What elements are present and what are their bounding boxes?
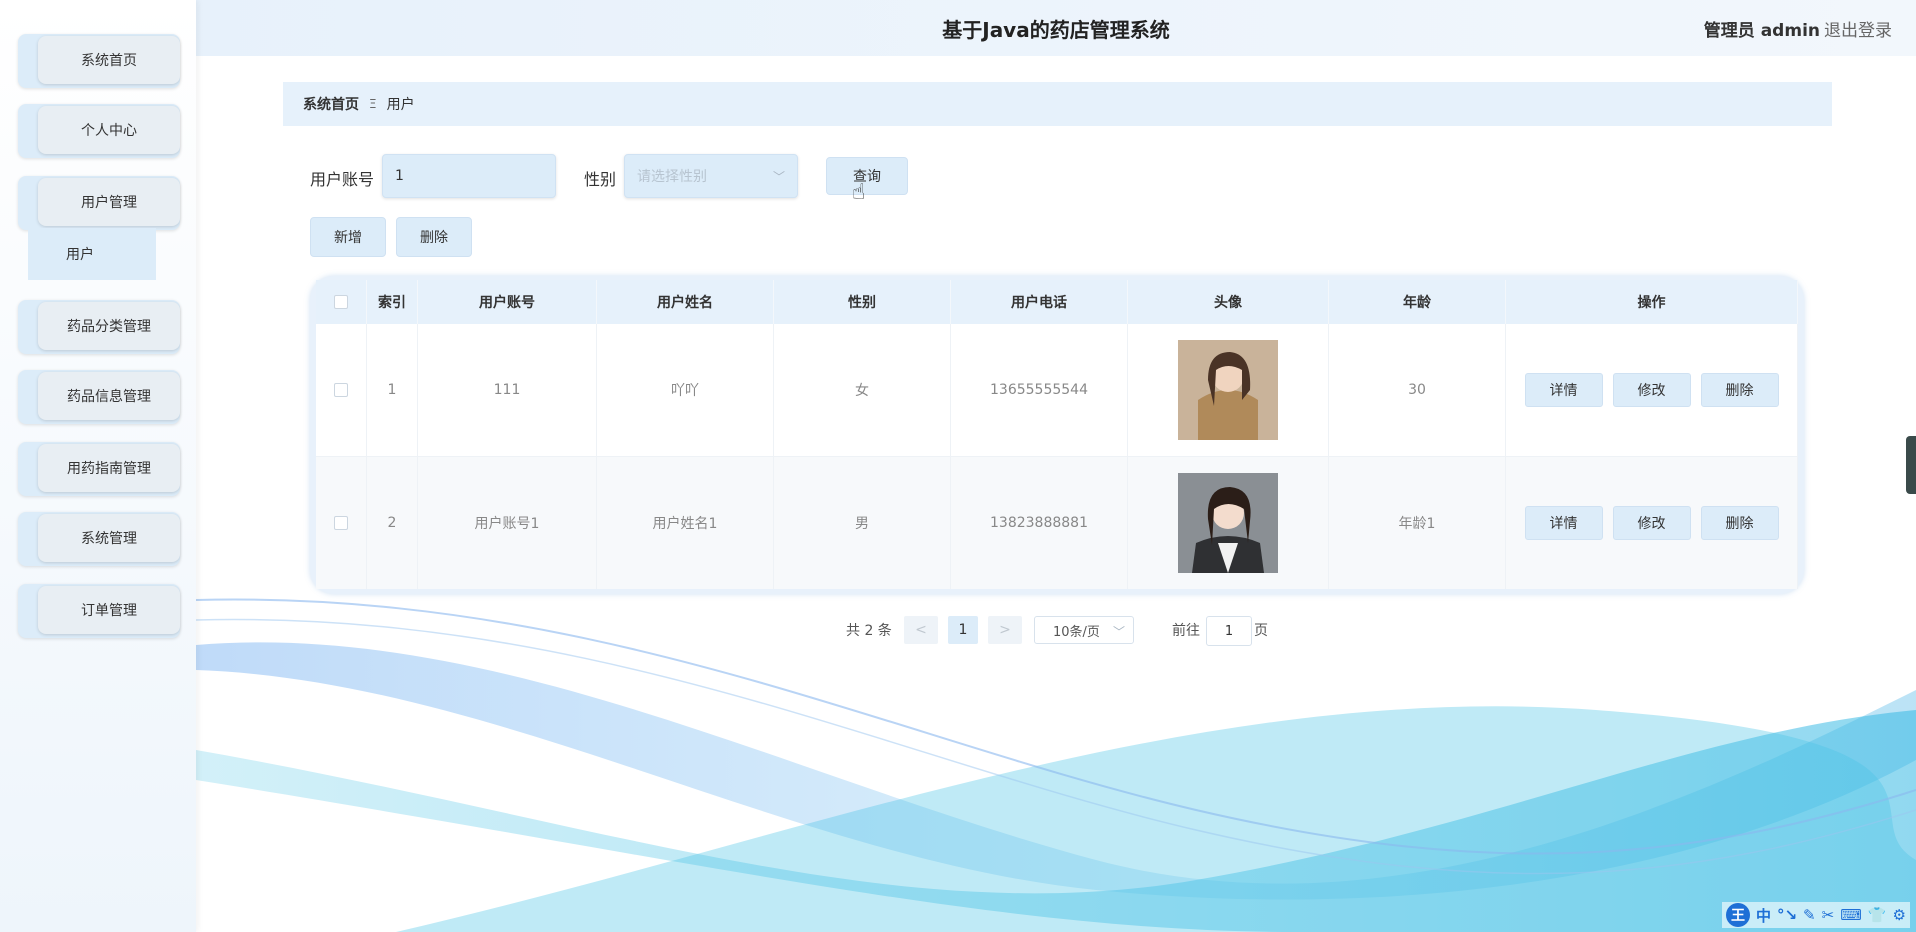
query-button[interactable]: 查询 xyxy=(826,157,908,195)
admin-label: 管理员 admin xyxy=(1703,21,1820,41)
cell-account: 用户账号1 xyxy=(417,456,597,589)
cell-actions: 详情 修改 删除 xyxy=(1505,456,1798,589)
avatar[interactable] xyxy=(1178,340,1278,440)
edit-button[interactable]: 修改 xyxy=(1612,373,1691,407)
delete-button[interactable]: 删除 xyxy=(1700,373,1779,407)
cell-age: 30 xyxy=(1328,324,1506,457)
account-input-value: 1 xyxy=(395,168,404,184)
top-header: 基于Java的药店管理系统 管理员 admin 退出登录 xyxy=(196,0,1916,56)
cell-gender: 男 xyxy=(773,456,951,589)
gender-label: 性别 xyxy=(584,170,617,189)
pagination-prev-button[interactable]: < xyxy=(904,616,938,644)
cell-age: 年龄1 xyxy=(1328,456,1506,589)
column-header: 用户账号 xyxy=(417,280,597,324)
table-row: 2 用户账号1 用户姓名1 男 13823888881 年龄1 详情 修改 删除 xyxy=(316,456,1798,589)
sidebar-item-label: 药品信息管理 xyxy=(38,372,180,420)
cell-index: 1 xyxy=(366,324,418,457)
cell-avatar xyxy=(1127,456,1329,589)
ime-skin-icon[interactable]: 👕 xyxy=(1868,906,1887,924)
edit-button[interactable]: 修改 xyxy=(1612,506,1691,540)
breadcrumb-home[interactable]: 系统首页 xyxy=(303,94,359,114)
row-select-cell xyxy=(316,456,367,589)
sidebar-item-label: 个人中心 xyxy=(38,106,180,154)
user-table: 索引 用户账号 用户姓名 性别 用户电话 头像 年龄 操作 1 111 吖吖 女… xyxy=(310,276,1804,594)
gender-select[interactable]: 请选择性别 ﹀ xyxy=(624,154,798,198)
cell-phone: 13823888881 xyxy=(950,456,1128,589)
cell-account: 111 xyxy=(417,324,597,457)
detail-button[interactable]: 详情 xyxy=(1524,506,1603,540)
sidebar-item-profile[interactable]: 个人中心 xyxy=(18,104,180,158)
sidebar-item-orders[interactable]: 订单管理 xyxy=(18,584,180,638)
ime-keyboard-icon[interactable]: ⌨ xyxy=(1840,906,1862,924)
sidebar-item-home[interactable]: 系统首页 xyxy=(18,34,180,88)
sidebar-item-user-management[interactable]: 用户管理 xyxy=(18,176,180,230)
cell-actions: 详情 修改 删除 xyxy=(1505,324,1798,457)
cell-index: 2 xyxy=(366,456,418,589)
page-size-value: 10条/页 xyxy=(1053,624,1100,640)
sidebar-item-system[interactable]: 系统管理 xyxy=(18,512,180,566)
sidebar-item-medication-guide[interactable]: 用药指南管理 xyxy=(18,442,180,496)
ime-settings-icon[interactable]: ⚙ xyxy=(1893,906,1906,924)
sidebar-item-label: 用户管理 xyxy=(38,178,180,226)
page-size-select[interactable]: 10条/页 ﹀ xyxy=(1034,616,1134,644)
cell-avatar xyxy=(1127,324,1329,457)
cell-name: 吖吖 xyxy=(596,324,774,457)
ime-mode-toggle[interactable]: 中 xyxy=(1756,905,1771,926)
side-float-tab[interactable] xyxy=(1906,436,1916,494)
batch-delete-button[interactable]: 删除 xyxy=(396,217,472,257)
column-header: 用户电话 xyxy=(950,280,1128,324)
app-title: 基于Java的药店管理系统 xyxy=(942,18,1170,42)
row-select-cell xyxy=(316,324,367,457)
table-row: 1 111 吖吖 女 13655555544 30 详情 修改 删除 xyxy=(316,324,1798,457)
sidebar: 系统首页 个人中心 用户管理 用户 药品分类管理 药品信息管理 用药指南管理 系… xyxy=(0,0,196,932)
column-header: 头像 xyxy=(1127,280,1329,324)
cell-gender: 女 xyxy=(773,324,951,457)
sidebar-item-label: 药品分类管理 xyxy=(38,302,180,350)
column-header: 操作 xyxy=(1505,280,1798,324)
sidebar-item-label: 订单管理 xyxy=(38,586,180,634)
pagination-next-button[interactable]: > xyxy=(988,616,1022,644)
sidebar-item-label: 系统首页 xyxy=(38,36,180,84)
column-header: 性别 xyxy=(773,280,951,324)
detail-button[interactable]: 详情 xyxy=(1524,373,1603,407)
breadcrumb: 系统首页 Ξ 用户 xyxy=(283,82,1832,126)
sidebar-item-label: 系统管理 xyxy=(38,514,180,562)
ime-logo-icon[interactable]: 王 xyxy=(1725,903,1750,927)
sidebar-item-drug-category[interactable]: 药品分类管理 xyxy=(18,300,180,354)
row-checkbox[interactable] xyxy=(334,383,348,397)
cell-name: 用户姓名1 xyxy=(596,456,774,589)
select-all-checkbox[interactable] xyxy=(334,295,348,309)
account-input[interactable]: 1 xyxy=(382,154,556,198)
goto-label: 前往 xyxy=(1172,623,1200,639)
ime-toolbar: 王 中 °↘ ✎ ✂ ⌨ 👕 ⚙ xyxy=(1721,902,1910,928)
cell-phone: 13655555544 xyxy=(950,324,1128,457)
logout-link[interactable]: 退出登录 xyxy=(1824,16,1892,41)
chevron-down-icon: ﹀ xyxy=(772,170,785,184)
breadcrumb-separator-icon: Ξ xyxy=(369,97,377,111)
goto-page-input[interactable]: 1 xyxy=(1206,616,1252,646)
pagination-page-button[interactable]: 1 xyxy=(948,616,978,644)
select-all-header xyxy=(316,280,367,324)
sidebar-item-label: 用药指南管理 xyxy=(38,444,180,492)
ime-handwrite-icon[interactable]: ✎ xyxy=(1803,906,1816,924)
hand-cursor-icon: ☝ xyxy=(852,180,866,205)
goto-suffix: 页 xyxy=(1254,623,1268,639)
pagination-total: 共 2 条 xyxy=(846,623,892,639)
column-header: 索引 xyxy=(366,280,418,324)
ime-punctuation-icon[interactable]: °↘ xyxy=(1777,906,1797,924)
sidebar-item-drug-info[interactable]: 药品信息管理 xyxy=(18,370,180,424)
column-header: 年龄 xyxy=(1328,280,1506,324)
ime-scissors-icon[interactable]: ✂ xyxy=(1822,906,1835,924)
account-label: 用户账号 xyxy=(310,170,375,189)
breadcrumb-current: 用户 xyxy=(386,97,415,113)
delete-button[interactable]: 删除 xyxy=(1700,506,1779,540)
row-checkbox[interactable] xyxy=(334,516,348,530)
add-button[interactable]: 新增 xyxy=(310,217,386,257)
chevron-down-icon: ﹀ xyxy=(1112,625,1125,639)
sidebar-subitem-user[interactable]: 用户 xyxy=(28,228,156,280)
avatar[interactable] xyxy=(1178,473,1278,573)
column-header: 用户姓名 xyxy=(596,280,774,324)
gender-select-placeholder: 请选择性别 xyxy=(637,169,707,185)
